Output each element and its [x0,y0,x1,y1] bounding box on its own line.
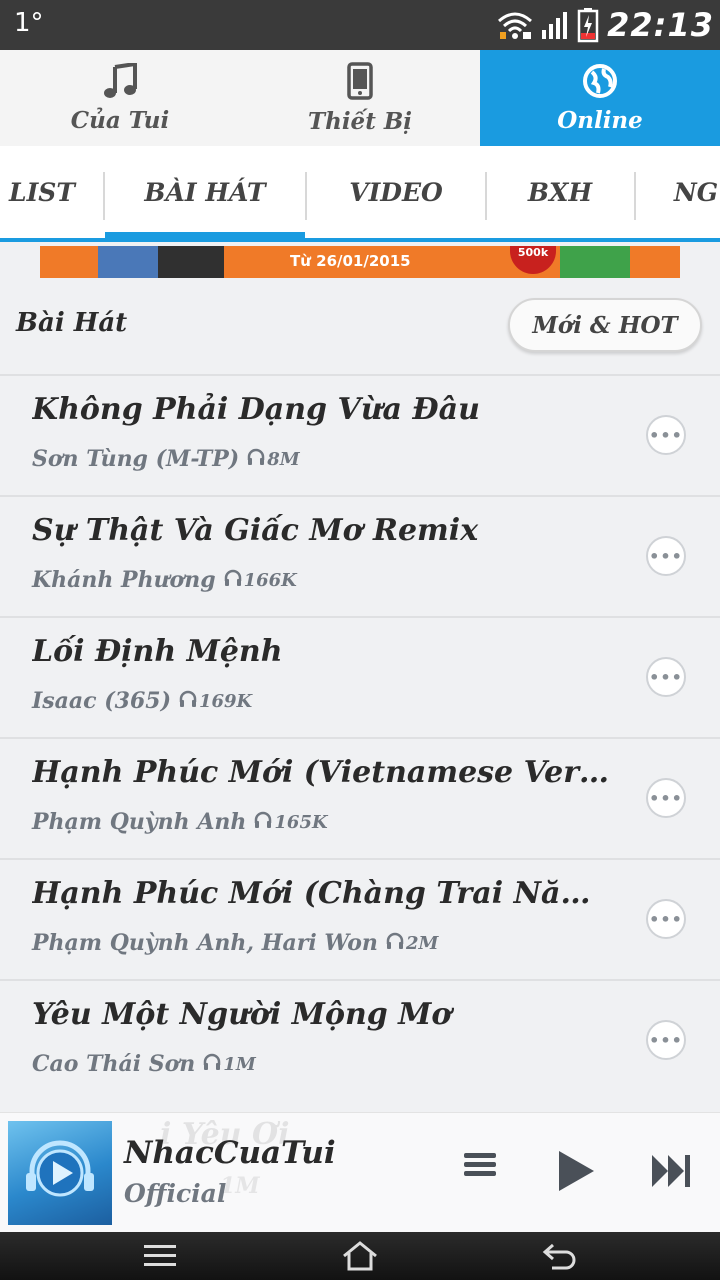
sub-tabs: LIST BÀI HÁT VIDEO BXH NG [0,146,720,242]
status-temperature: 1° [14,8,44,38]
banner-seal: 500k [510,246,556,274]
headphones-icon [203,1053,221,1076]
playlist-icon [464,1153,496,1176]
album-art [8,1121,112,1225]
listen-count: 165K [274,811,328,833]
listen-count: 169K [198,690,253,712]
subtab-bai-hat[interactable]: BÀI HÁT [105,146,305,238]
song-row[interactable]: Lối Định Mệnh Isaac (365) 169K ••• [0,616,720,737]
skip-next-icon [652,1155,690,1187]
subtab-bxh[interactable]: BXH [487,146,633,238]
song-title: Sự Thật Và Giấc Mơ Remix [32,513,479,548]
wifi-icon [497,10,533,40]
song-artist: Isaac (365) [32,688,171,714]
status-bar: 1° 22:13 [0,0,720,50]
menu-icon [144,1245,176,1266]
play-icon [559,1151,594,1191]
battery-icon [577,7,599,43]
listen-count: 1M [223,1053,256,1075]
song-title: Lối Định Mệnh [32,634,283,669]
tab-online[interactable]: Online [480,50,720,146]
filter-button[interactable]: Mới & HOT [508,298,702,352]
headphones-icon [224,569,242,592]
headphones-icon [386,932,404,955]
song-artist: Khánh Phương [32,567,216,593]
section-header: Bài Hát Mới & HOT [0,280,720,374]
banner-image [560,246,630,278]
song-row[interactable]: Không Phải Dạng Vừa Đâu Sơn Tùng (M-TP) 8… [0,374,720,495]
player-title: NhacCuaTui [124,1135,336,1171]
signal-icon [541,10,569,40]
playlist-button[interactable] [462,1147,498,1185]
more-options-button[interactable]: ••• [646,899,686,939]
subtab-list[interactable]: LIST [0,146,104,238]
music-note-icon [103,61,137,103]
song-artist: Cao Thái Sơn [32,1051,196,1077]
song-title: Không Phải Dạng Vừa Đâu [32,392,480,427]
more-options-button[interactable]: ••• [646,536,686,576]
song-list: Không Phải Dạng Vừa Đâu Sơn Tùng (M-TP) 8… [0,374,720,1100]
promo-banner[interactable]: Từ 26/01/2015 500k [40,246,680,278]
headphones-logo-icon [26,1140,94,1197]
tab-label: Của Tui [70,106,170,134]
subtab-ng[interactable]: NG [636,146,720,238]
song-row[interactable]: Yêu Một Người Mộng Mơ Cao Thái Sơn 1M ••• [0,979,720,1100]
mini-player[interactable]: i Yêu Ơi 1M NhacCuaTui Official [0,1112,720,1232]
back-button[interactable] [520,1236,600,1276]
subtab-video[interactable]: VIDEO [307,146,485,238]
headphones-icon [254,811,272,834]
more-options-button[interactable]: ••• [646,657,686,697]
banner-text: Từ 26/01/2015 [290,252,411,270]
song-title: Hạnh Phúc Mới (Chàng Trai Năm ... [32,876,612,911]
phone-icon [347,61,373,104]
song-row[interactable]: Hạnh Phúc Mới (Vietnamese Version) Phạm … [0,737,720,858]
banner-image [158,246,224,278]
back-icon [542,1243,576,1270]
headphones-icon [247,448,265,471]
section-title: Bài Hát [16,308,128,338]
tab-cua-tui[interactable]: Của Tui [0,50,240,146]
system-nav-bar [0,1232,720,1280]
home-icon [343,1241,377,1271]
clock: 22:13 [607,6,714,44]
next-button[interactable] [650,1153,694,1193]
tab-thiet-bi[interactable]: Thiết Bị [240,50,480,146]
menu-button[interactable] [120,1236,200,1276]
song-row[interactable]: Sự Thật Và Giấc Mơ Remix Khánh Phương 166… [0,495,720,616]
song-artist: Sơn Tùng (M-TP) [32,446,240,472]
player-subtitle: Official [124,1179,227,1208]
listen-count: 166K [243,569,297,591]
main-tabs: Của Tui Thiết Bị Online [0,50,720,146]
listen-count: 2M [405,932,439,954]
song-artist: Phạm Quỳnh Anh [32,809,247,835]
banner-image [98,246,158,278]
play-button[interactable] [556,1149,596,1197]
headphones-icon [179,690,197,713]
more-options-button[interactable]: ••• [646,415,686,455]
song-title: Yêu Một Người Mộng Mơ [32,997,452,1032]
home-button[interactable] [320,1236,400,1276]
song-row[interactable]: Hạnh Phúc Mới (Chàng Trai Năm ... Phạm Q… [0,858,720,979]
song-artist: Phạm Quỳnh Anh, Hari Won [32,930,378,956]
tab-label: Online [557,106,643,134]
tab-label: Thiết Bị [307,107,413,135]
globe-icon [582,63,618,103]
song-title: Hạnh Phúc Mới (Vietnamese Version) [32,755,612,790]
more-options-button[interactable]: ••• [646,778,686,818]
listen-count: 8M [267,448,300,470]
more-options-button[interactable]: ••• [646,1020,686,1060]
